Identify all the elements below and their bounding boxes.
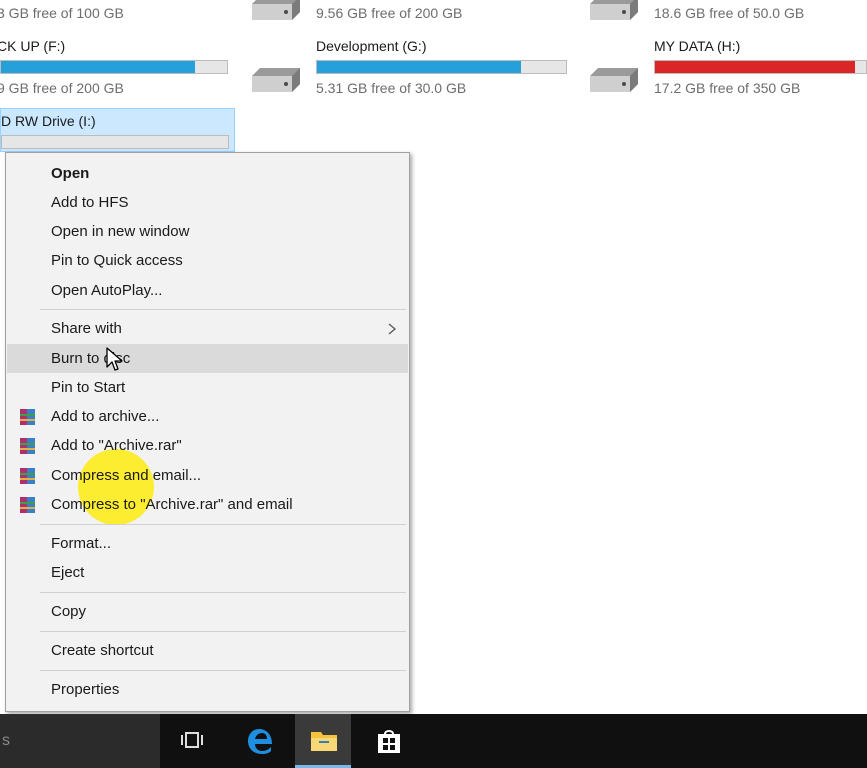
winrar-icon bbox=[20, 468, 35, 484]
menu-separator bbox=[40, 592, 406, 593]
file-explorer-button[interactable] bbox=[295, 714, 351, 768]
taskbar: s bbox=[0, 714, 867, 768]
winrar-icon bbox=[20, 438, 35, 454]
menu-item-copy[interactable]: Copy bbox=[7, 597, 408, 626]
menu-item-label: Properties bbox=[51, 681, 120, 698]
drive-name: Development (G:) bbox=[316, 38, 427, 54]
mouse-pointer-icon bbox=[106, 347, 123, 371]
menu-item-label: Share with bbox=[51, 320, 122, 337]
store-icon bbox=[378, 730, 400, 753]
menu-item-compress-to-rar-email[interactable]: Compress to "Archive.rar" and email bbox=[7, 490, 408, 519]
menu-item-label: Compress and email... bbox=[51, 467, 202, 484]
menu-item-label: Compress to "Archive.rar" and email bbox=[51, 496, 293, 513]
drive-usage-bar bbox=[316, 60, 567, 74]
drive-usage-fill bbox=[317, 61, 522, 73]
drive-free-space: 5.31 GB free of 30.0 GB bbox=[316, 80, 467, 96]
menu-item-create-shortcut[interactable]: Create shortcut bbox=[7, 636, 408, 665]
drive-free-space: 9.56 GB free of 200 GB bbox=[316, 5, 463, 21]
menu-item-label: Pin to Start bbox=[51, 379, 126, 396]
menu-item-add-to-archive-rar[interactable]: Add to "Archive.rar" bbox=[7, 431, 408, 460]
task-view-icon bbox=[181, 732, 203, 748]
menu-item-pin-to-start[interactable]: Pin to Start bbox=[7, 373, 408, 402]
drive-free-space: 9 GB free of 200 GB bbox=[0, 80, 124, 96]
winrar-icon bbox=[20, 497, 35, 513]
file-explorer-icon bbox=[311, 732, 337, 751]
menu-item-eject[interactable]: Eject bbox=[7, 558, 408, 587]
drive-usage-bar bbox=[654, 60, 867, 74]
task-view-button[interactable] bbox=[164, 714, 220, 768]
menu-item-label: Format... bbox=[51, 535, 112, 552]
menu-item-label: Create shortcut bbox=[51, 642, 154, 659]
menu-item-pin-quick-access[interactable]: Pin to Quick access bbox=[7, 246, 408, 275]
hard-drive-icon bbox=[252, 68, 300, 92]
menu-item-compress-email[interactable]: Compress and email... bbox=[7, 461, 408, 490]
edge-button[interactable] bbox=[232, 714, 288, 768]
hard-drive-icon bbox=[590, 68, 638, 92]
menu-item-label: Open in new window bbox=[51, 223, 190, 240]
menu-item-label: Copy bbox=[51, 603, 87, 620]
menu-item-label: Pin to Quick access bbox=[51, 252, 183, 269]
dvd-drive-tile[interactable]: D RW Drive (I:) bbox=[0, 108, 235, 152]
drive-free-space: 3 GB free of 100 GB bbox=[0, 5, 124, 21]
drive-name: CK UP (F:) bbox=[0, 38, 66, 54]
drive-usage-fill bbox=[1, 61, 196, 73]
menu-item-open-new-window[interactable]: Open in new window bbox=[7, 217, 408, 246]
drive-name: MY DATA (H:) bbox=[654, 38, 741, 54]
edge-icon bbox=[248, 729, 272, 754]
context-menu: Open Add to HFS Open in new window Pin t… bbox=[5, 152, 410, 712]
drive-usage-bar bbox=[0, 60, 228, 74]
menu-separator bbox=[40, 524, 406, 525]
menu-item-share-with[interactable]: Share with bbox=[7, 314, 408, 343]
drive-usage-fill bbox=[655, 61, 856, 73]
menu-item-add-to-hfs[interactable]: Add to HFS bbox=[7, 188, 408, 217]
menu-item-burn-to-disc[interactable]: Burn to disc bbox=[7, 344, 408, 373]
drive-free-space: 18.6 GB free of 50.0 GB bbox=[654, 5, 805, 21]
hard-drive-icon bbox=[252, 0, 300, 20]
menu-item-label: Eject bbox=[51, 564, 85, 581]
taskbar-search-box[interactable]: s bbox=[0, 714, 160, 768]
search-box-text: s bbox=[2, 732, 10, 749]
hard-drive-icon bbox=[590, 0, 638, 20]
drive-free-space: 17.2 GB free of 350 GB bbox=[654, 80, 801, 96]
menu-item-label: Add to HFS bbox=[51, 194, 129, 211]
store-button[interactable] bbox=[360, 714, 416, 768]
menu-item-label: Add to "Archive.rar" bbox=[51, 437, 182, 454]
drive-name: D RW Drive (I:) bbox=[1, 113, 96, 129]
menu-item-open[interactable]: Open bbox=[7, 159, 408, 188]
menu-separator bbox=[40, 631, 406, 632]
submenu-arrow-icon bbox=[388, 323, 396, 335]
menu-item-label: Add to archive... bbox=[51, 408, 160, 425]
menu-separator bbox=[40, 670, 406, 671]
drive-usage-bar bbox=[1, 135, 229, 149]
menu-item-properties[interactable]: Properties bbox=[7, 675, 408, 704]
winrar-icon bbox=[20, 409, 35, 425]
menu-item-label: Open AutoPlay... bbox=[51, 282, 163, 299]
menu-item-open-autoplay[interactable]: Open AutoPlay... bbox=[7, 276, 408, 305]
menu-item-add-to-archive[interactable]: Add to archive... bbox=[7, 402, 408, 431]
menu-separator bbox=[40, 309, 406, 310]
menu-item-format[interactable]: Format... bbox=[7, 529, 408, 558]
menu-item-label: Open bbox=[51, 165, 90, 182]
